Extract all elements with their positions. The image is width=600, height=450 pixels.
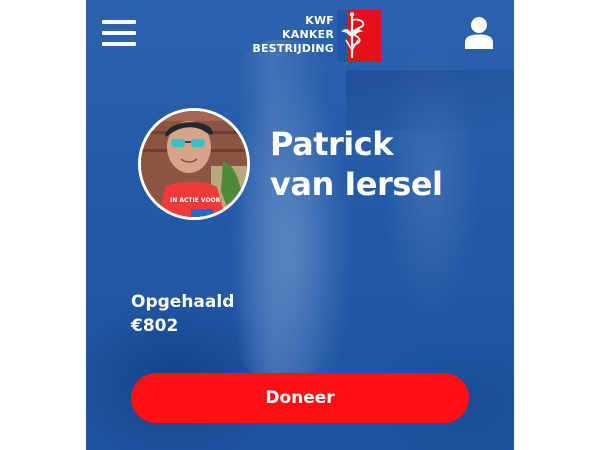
kwf-emblem-icon — [337, 10, 381, 62]
svg-text:IN ACTIE VOOR: IN ACTIE VOOR — [170, 197, 221, 204]
logo-text: KWF KANKER BESTRIJDING — [252, 14, 334, 56]
menu-bar-bottom — [102, 42, 136, 46]
user-icon[interactable] — [464, 16, 494, 50]
menu-bar-middle — [102, 31, 136, 35]
background-roof — [346, 70, 514, 130]
amount-raised: Opgehaald €802 — [131, 290, 234, 338]
avatar: IN ACTIE VOOR — [138, 108, 250, 220]
avatar-photo: IN ACTIE VOOR — [141, 111, 247, 217]
name-last: van Iersel — [270, 165, 443, 203]
raised-label: Opgehaald — [131, 292, 235, 312]
donate-button[interactable]: Doneer — [131, 373, 469, 423]
background-tree-trunk — [236, 40, 328, 380]
logo-line-kwf: KWF — [305, 14, 334, 27]
raised-amount: €802 — [131, 316, 179, 336]
name-first: Patrick — [270, 125, 393, 163]
kwf-logo[interactable]: KWF KANKER BESTRIJDING — [246, 10, 381, 62]
menu-bar-top — [102, 20, 136, 24]
logo-line-bestrijding: BESTRIJDING — [252, 42, 334, 55]
hamburger-menu-icon[interactable] — [102, 20, 136, 46]
logo-line-kanker: KANKER — [282, 28, 334, 41]
fundraiser-page: KWF KANKER BESTRIJDING IN ACTIE VOOR Pat… — [86, 0, 514, 450]
participant-name: Patrick van Iersel — [270, 124, 505, 204]
